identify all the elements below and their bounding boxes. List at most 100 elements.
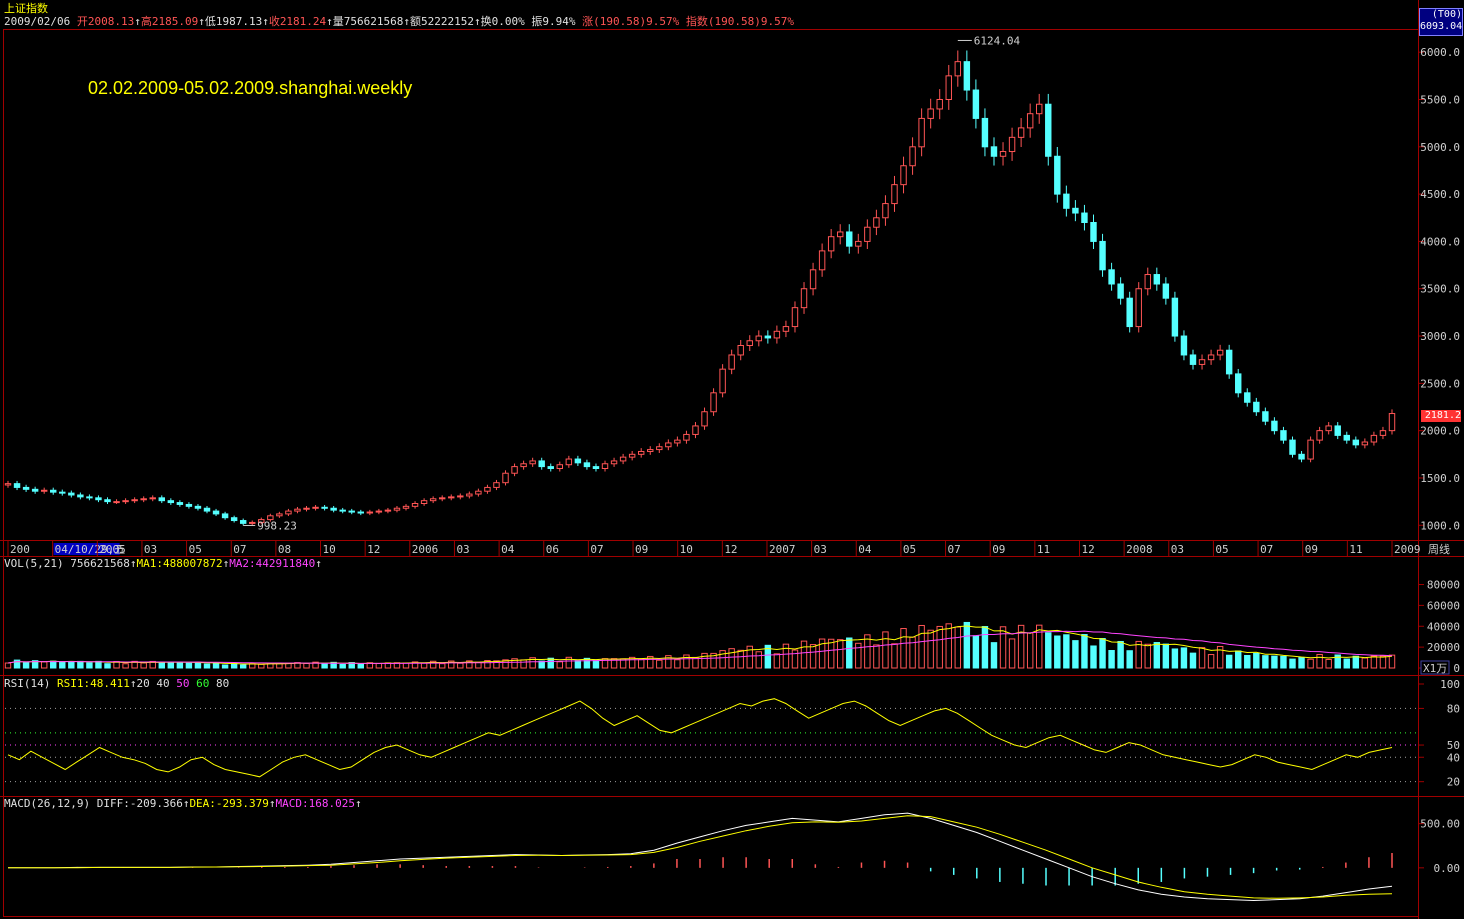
candle-up	[737, 345, 744, 356]
candle-down	[239, 520, 247, 524]
candle-down	[1054, 155, 1061, 195]
volume-bar	[22, 662, 30, 669]
time-label: 06	[546, 543, 559, 556]
rsi-tick-label: 100	[1440, 678, 1460, 691]
price-tick-label: 1000.0	[1420, 519, 1460, 532]
volume-bar	[836, 639, 844, 669]
macd-panel: 500.00 0.00	[8, 812, 1460, 902]
rsi-l60: 60	[196, 677, 210, 690]
volume-bar	[1144, 643, 1151, 669]
candle-up	[420, 500, 428, 505]
candle-up	[312, 506, 319, 509]
candle-up	[285, 510, 292, 515]
candle-down	[203, 507, 211, 512]
candle-down	[972, 89, 980, 119]
time-label: 07	[1260, 543, 1273, 556]
volume-bar	[728, 648, 735, 669]
volume-bar	[1054, 635, 1061, 669]
volume-bar	[1325, 658, 1332, 669]
candle-up	[827, 236, 835, 252]
volume-bar	[167, 661, 175, 669]
volume-bar	[1180, 647, 1188, 669]
candle-down	[86, 496, 93, 499]
volume-bar	[1108, 650, 1115, 669]
price-panel: 6000.0 5500.0 5000.0 4500.0 4000.0 3500.0 3000…	[4, 34, 1460, 532]
macd-dea-line	[8, 815, 1393, 899]
candle-down	[981, 117, 989, 148]
low-label: 低	[204, 15, 216, 28]
price-tick-label: 4000.0	[1420, 235, 1460, 248]
candle-up	[511, 466, 518, 474]
time-label: 07	[233, 543, 246, 556]
candle-up	[520, 463, 527, 468]
index-change-value: (190.58)9.57%	[707, 15, 794, 28]
volume-bar	[1045, 632, 1052, 669]
volume-bar	[592, 659, 600, 669]
candle-up	[4, 483, 12, 486]
volume-bar	[927, 629, 934, 669]
volume-tick-label: 60000	[1427, 599, 1460, 612]
volume-bar	[4, 662, 12, 669]
candle-up	[1361, 441, 1369, 446]
candle-down	[547, 466, 554, 470]
candle-down	[583, 462, 591, 468]
rsi-line	[7, 698, 1393, 778]
time-label: 12	[1081, 543, 1094, 556]
macd-dea: DEA:-293.379	[189, 797, 269, 810]
macd-diff-line	[8, 812, 1393, 902]
time-label: 03	[1171, 543, 1184, 556]
volume-bar	[104, 663, 111, 669]
candle-up	[493, 482, 500, 488]
volume-bar	[1307, 658, 1314, 669]
candle-up	[1135, 288, 1142, 328]
amount-value: 52222152	[421, 15, 475, 28]
candle-down	[1162, 283, 1170, 299]
candle-down	[592, 466, 600, 470]
volume-bar	[1370, 655, 1378, 669]
volume-bar	[1063, 634, 1070, 669]
volume-bar	[1262, 655, 1269, 669]
volume-bar	[574, 660, 582, 669]
volume-bar	[900, 628, 907, 669]
time-label: 2007	[769, 543, 796, 556]
candle-down	[348, 510, 355, 513]
candle-up	[692, 425, 699, 435]
candle-up	[873, 217, 880, 228]
volume-bar	[1343, 658, 1350, 669]
candle-down	[158, 497, 165, 502]
volume-label: 量	[332, 15, 344, 28]
macd-header: MACD(26,12,9) DIFF:-209.366↑DEA:-293.379…	[4, 797, 362, 810]
volume-bar	[999, 626, 1007, 669]
chart-canvas: 6000.0 5500.0 5000.0 4500.0 4000.0 3500.0 3000…	[0, 0, 1464, 919]
volume-tick-label: 40000	[1427, 620, 1460, 633]
candle-up	[529, 460, 536, 465]
time-label: 04	[501, 543, 515, 556]
volume-bar	[1361, 657, 1369, 669]
time-label: 2008	[1126, 543, 1153, 556]
candle-down	[212, 510, 220, 515]
candle-down	[1289, 439, 1296, 455]
candle-up	[855, 240, 862, 247]
price-tick-label: 4500.0	[1420, 188, 1460, 201]
candle-up	[746, 340, 753, 346]
volume-bar	[656, 659, 663, 669]
candle-down	[330, 507, 337, 511]
volume-bar	[827, 638, 835, 669]
volume-bar	[674, 659, 681, 669]
volume-bar	[981, 626, 989, 669]
candle-down	[221, 513, 229, 519]
volume-bar	[972, 635, 980, 669]
candle-up	[140, 498, 147, 501]
volume-bar	[954, 626, 962, 669]
candle-up	[1144, 274, 1151, 290]
candle-down	[538, 460, 545, 468]
candle-down	[1072, 207, 1079, 214]
volume-bar	[158, 661, 165, 669]
volume-panel: 80000 60000 40000 20000 0 X1万	[4, 579, 1460, 675]
volume-bar	[40, 661, 48, 669]
volume-bar	[95, 660, 102, 669]
candle-up	[728, 354, 735, 370]
candle-up	[131, 499, 138, 502]
time-axis: 200 04/10/29,五2005 03 05 07 08 10 12 2006 03 04 06 0…	[7, 541, 1450, 556]
candle-up	[1316, 430, 1323, 441]
